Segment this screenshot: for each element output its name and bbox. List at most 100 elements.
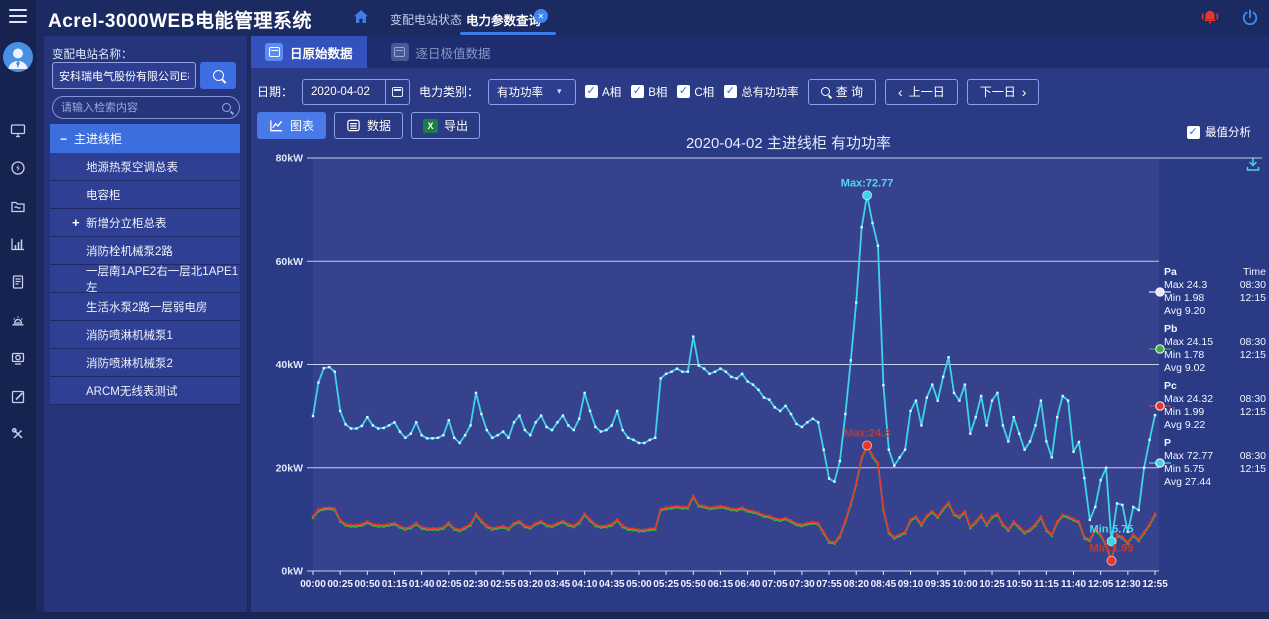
svg-text:00:50: 00:50: [355, 579, 381, 590]
tree-item[interactable]: 一层南1APE2右一层北1APE1左: [50, 265, 240, 293]
checkbox-C相[interactable]: C相: [677, 84, 714, 100]
legend-time: Time: [1243, 266, 1266, 279]
menu-icon[interactable]: [9, 9, 27, 23]
power-icon[interactable]: [1240, 8, 1260, 32]
legend-stat: Avg 9.20: [1164, 305, 1205, 318]
table-icon: [346, 118, 361, 133]
chevron-left-icon: ‹: [898, 85, 903, 99]
svg-text:40kW: 40kW: [276, 359, 304, 371]
svg-text:07:55: 07:55: [816, 579, 842, 590]
tree-item-label: 消防栓机械泵2路: [86, 243, 173, 259]
chevron-down-icon: ▾: [557, 86, 575, 97]
legend-block-P: PMax 72.7708:30Min 5.7512:15Avg 27.44: [1164, 437, 1266, 489]
query-button[interactable]: 查 询: [808, 79, 876, 105]
power-category-select[interactable]: 有功功率 ▾: [488, 79, 576, 105]
selected-category: 有功功率: [489, 84, 557, 100]
line-chart-icon: [269, 118, 284, 133]
tab-label: 逐日极值数据: [416, 43, 491, 62]
report-icon[interactable]: [10, 274, 26, 290]
tree-item[interactable]: ARCM无线表测试: [50, 377, 240, 405]
legend-toggle-Pa[interactable]: [1156, 288, 1164, 296]
tree-search-input[interactable]: [61, 102, 222, 114]
tab-daily-extreme-data[interactable]: 逐日极值数据: [377, 36, 505, 68]
svg-text:09:10: 09:10: [898, 579, 924, 590]
svg-text:02:55: 02:55: [490, 579, 516, 590]
meter-icon[interactable]: [10, 350, 26, 366]
alarm-bell-icon[interactable]: [1200, 8, 1220, 31]
checkbox-icon: [585, 85, 598, 98]
prev-day-button[interactable]: ‹ 上一日: [885, 79, 958, 105]
chart-legend: PaTimeMax 24.308:30Min 1.9812:15Avg 9.20…: [1164, 266, 1266, 494]
svg-text:Max:24.3: Max:24.3: [844, 427, 890, 439]
alarm-icon[interactable]: [10, 312, 26, 328]
legend-stat: Max 72.77: [1164, 450, 1213, 463]
svg-text:01:15: 01:15: [382, 579, 408, 590]
device-tree: − 主进线柜 地源热泵空调总表电容柜+新增分立柜总表消防栓机械泵2路一层南1AP…: [50, 124, 240, 405]
expand-icon[interactable]: +: [72, 215, 80, 230]
energy-icon[interactable]: [10, 160, 26, 176]
legend-time: 12:15: [1240, 292, 1266, 305]
legend-time: 08:30: [1240, 279, 1266, 292]
monitor-icon[interactable]: [10, 122, 26, 138]
tab-daily-raw-data[interactable]: 日原始数据: [251, 36, 367, 68]
avatar[interactable]: [3, 42, 33, 77]
edit-icon[interactable]: [10, 388, 26, 404]
checkbox-总有功功率[interactable]: 总有功功率: [724, 84, 799, 100]
checkbox-A相[interactable]: A相: [585, 84, 621, 100]
svg-text:05:50: 05:50: [680, 579, 706, 590]
legend-toggle-P[interactable]: [1156, 459, 1164, 467]
left-icon-rail: [0, 0, 36, 619]
svg-text:10:00: 10:00: [952, 579, 978, 590]
date-input[interactable]: 2020-04-02: [302, 79, 410, 105]
station-search-button[interactable]: [200, 62, 236, 89]
legend-block-Pb: PbMax 24.1508:30Min 1.7812:15Avg 9.02: [1164, 323, 1266, 375]
main-panel: 日原始数据 逐日极值数据 日期： 2020-04-02 电力类别： 有功功率 ▾…: [251, 36, 1269, 612]
svg-text:05:25: 05:25: [653, 579, 679, 590]
svg-text:00:00: 00:00: [300, 579, 326, 590]
tree-root-main-incoming-cabinet[interactable]: − 主进线柜: [50, 124, 240, 153]
legend-time: 12:15: [1240, 406, 1266, 419]
svg-text:09:35: 09:35: [925, 579, 951, 590]
app-title: Acrel-3000WEB电能管理系统: [48, 6, 312, 33]
legend-toggle-Pb[interactable]: [1156, 345, 1164, 353]
tree-item[interactable]: 消防喷淋机械泵2: [50, 349, 240, 377]
tree-item[interactable]: 电容柜: [50, 181, 240, 209]
svg-text:Min:1.99: Min:1.99: [1090, 543, 1134, 555]
folder-icon[interactable]: [10, 198, 26, 214]
checkbox-label: 总有功功率: [741, 84, 799, 100]
svg-text:10:50: 10:50: [1006, 579, 1032, 590]
tree-item[interactable]: +新增分立柜总表: [50, 209, 240, 237]
collapse-icon[interactable]: −: [60, 132, 67, 146]
tools-icon[interactable]: [10, 426, 26, 442]
svg-text:Max:72.77: Max:72.77: [841, 177, 894, 189]
next-day-button[interactable]: 下一日 ›: [967, 79, 1040, 105]
calendar-icon[interactable]: [385, 80, 409, 104]
top-header: Acrel-3000WEB电能管理系统 变配电站状态 电力参数查询: [36, 0, 1269, 36]
svg-text:12:05: 12:05: [1088, 579, 1114, 590]
close-tab-icon[interactable]: [534, 9, 548, 23]
checkbox-icon: [677, 85, 690, 98]
tree-item[interactable]: 消防栓机械泵2路: [50, 237, 240, 265]
tab-power-parameter-query[interactable]: 电力参数查询: [466, 10, 541, 29]
bar-chart-icon[interactable]: [10, 236, 26, 252]
svg-text:08:20: 08:20: [843, 579, 869, 590]
legend-block-Pa: PaTimeMax 24.308:30Min 1.9812:15Avg 9.20: [1164, 266, 1266, 318]
tree-root-label: 主进线柜: [74, 130, 122, 147]
search-icon: [213, 70, 224, 81]
legend-toggle-Pc[interactable]: [1156, 402, 1164, 410]
tab-label: 日原始数据: [290, 43, 353, 62]
sidebar: 变配电站名称： − 主进线柜 地源热泵空调总表电容柜+新增分立柜总表消防栓机械泵…: [44, 36, 247, 612]
svg-text:04:10: 04:10: [572, 579, 598, 590]
legend-stat: Avg 9.22: [1164, 419, 1205, 432]
tree-item[interactable]: 生活水泵2路一层弱电房: [50, 293, 240, 321]
legend-series-name: Pa: [1164, 266, 1177, 279]
home-icon[interactable]: [352, 8, 370, 30]
tree-item[interactable]: 消防喷淋机械泵1: [50, 321, 240, 349]
checkbox-B相[interactable]: B相: [631, 84, 667, 100]
svg-text:60kW: 60kW: [276, 256, 304, 268]
station-name-input[interactable]: [52, 62, 196, 89]
tree-item[interactable]: 地源热泵空调总表: [50, 153, 240, 181]
legend-stat: Avg 27.44: [1164, 476, 1211, 489]
tab-substation-status[interactable]: 变配电站状态: [390, 11, 462, 28]
calendar-icon: [391, 43, 409, 61]
